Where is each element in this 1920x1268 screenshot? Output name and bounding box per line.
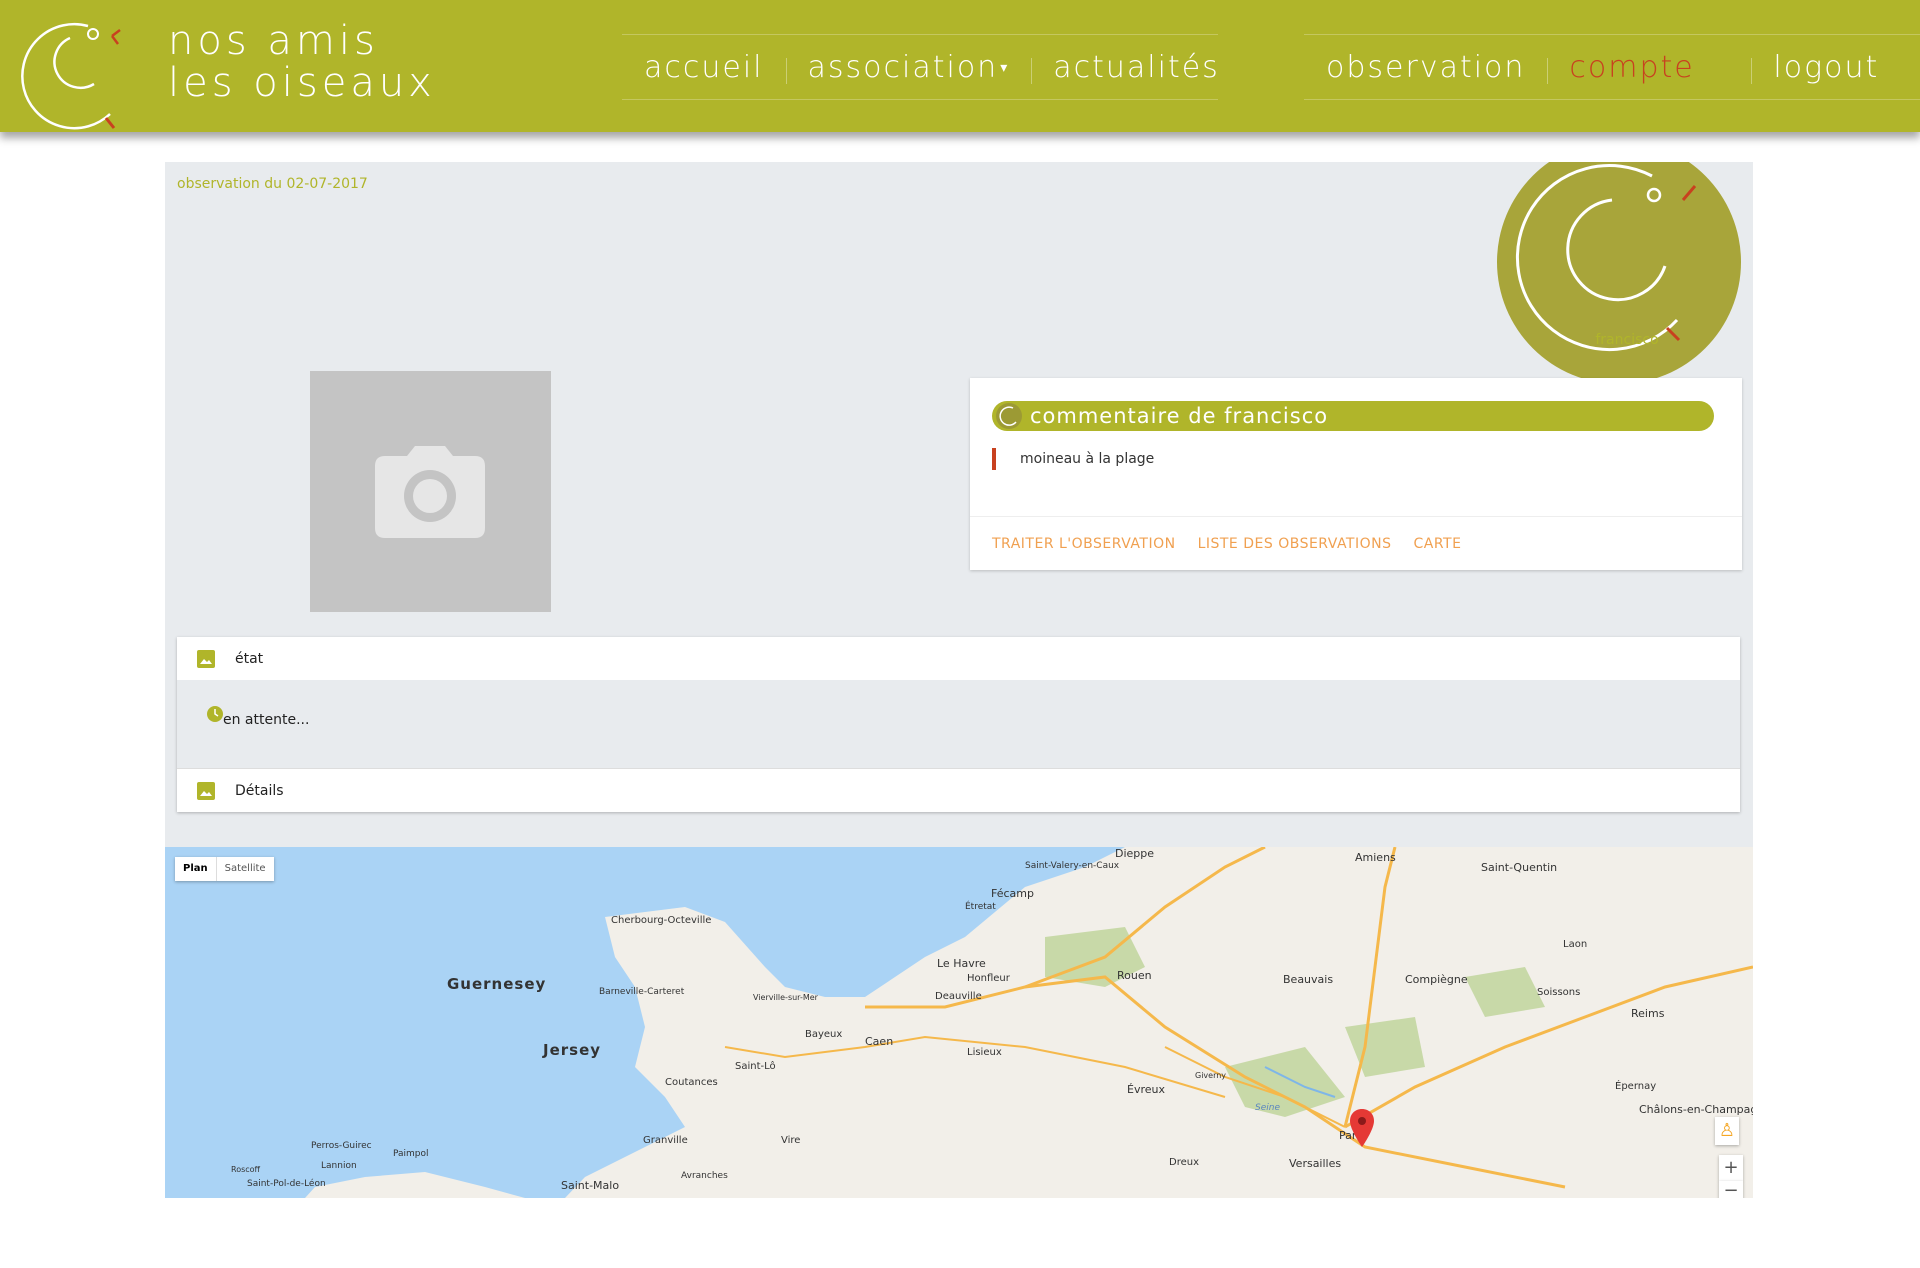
map-place: Versailles bbox=[1289, 1157, 1342, 1170]
map-place: Soissons bbox=[1537, 987, 1581, 998]
status-pending: en attente... bbox=[207, 706, 310, 728]
image-icon bbox=[197, 781, 215, 800]
map-place: Saint-Pol-de-Léon bbox=[247, 1179, 326, 1189]
map-place: Épernay bbox=[1615, 1081, 1657, 1092]
observation-date: observation du 02-07-2017 bbox=[177, 176, 368, 192]
map-place: Évreux bbox=[1127, 1083, 1165, 1096]
top-navbar: nos amis les oiseaux accueil association… bbox=[0, 0, 1920, 132]
camera-icon bbox=[375, 446, 485, 538]
nav-observation[interactable]: observation bbox=[1304, 50, 1547, 85]
accordion-etat-header[interactable]: état bbox=[177, 637, 1740, 680]
map-place: Honfleur bbox=[967, 973, 1010, 984]
map-place: Roscoff bbox=[231, 1165, 261, 1174]
map-place: Seine bbox=[1255, 1103, 1280, 1113]
nav-logout[interactable]: logout bbox=[1751, 50, 1901, 85]
comment-text: moineau à la plage bbox=[992, 448, 1154, 470]
logo-line-2: les oiseaux bbox=[168, 60, 436, 106]
map-place: Beauvais bbox=[1283, 973, 1334, 986]
map-tiles bbox=[305, 847, 1753, 1198]
map-place: Laon bbox=[1563, 939, 1588, 950]
map-place: Coutances bbox=[665, 1077, 718, 1088]
comment-title-bar: commentaire de francisco bbox=[992, 401, 1714, 431]
map-place: Reims bbox=[1631, 1007, 1665, 1020]
zoom-out-button[interactable]: − bbox=[1719, 1181, 1743, 1198]
map-place: Barneville-Carteret bbox=[599, 987, 685, 997]
user-nav: observation compte logout bbox=[1304, 34, 1920, 100]
accordion-etat-body: en attente... bbox=[177, 680, 1740, 769]
main-nav: accueil association ▾ actualités bbox=[622, 34, 1218, 100]
location-pin-icon[interactable] bbox=[1350, 1109, 1374, 1147]
caret-down-icon: ▾ bbox=[1000, 60, 1010, 76]
map-plan-button[interactable]: Plan bbox=[175, 857, 216, 881]
map-place: Dreux bbox=[1169, 1157, 1199, 1168]
map-place: Lisieux bbox=[967, 1047, 1002, 1058]
map-satellite-button[interactable]: Satellite bbox=[215, 857, 274, 881]
map-place: Vierville-sur-Mer bbox=[753, 993, 818, 1002]
pegman-icon[interactable]: ♙ bbox=[1715, 1117, 1739, 1145]
map-place: Compiègne bbox=[1405, 973, 1468, 986]
map-place: Granville bbox=[643, 1135, 688, 1146]
map-place: Guernesey bbox=[447, 975, 547, 993]
map-place: Étretat bbox=[965, 902, 996, 912]
status-pending-label: en attente... bbox=[223, 712, 310, 728]
accordion-details-header[interactable]: Détails bbox=[177, 769, 1740, 812]
map-place: Dieppe bbox=[1115, 847, 1155, 860]
zoom-in-button[interactable]: + bbox=[1719, 1155, 1743, 1181]
map-place: Perros-Guirec bbox=[311, 1141, 372, 1151]
map-place: Cherbourg-Octeville bbox=[611, 915, 712, 926]
map-place: Deauville bbox=[935, 991, 982, 1002]
comment-actions: TRAITER L'OBSERVATION LISTE DES OBSERVAT… bbox=[970, 516, 1742, 571]
map-place: Caen bbox=[865, 1035, 894, 1048]
clock-icon bbox=[207, 706, 223, 722]
map-type-toggle: Plan Satellite bbox=[175, 857, 274, 881]
avatar-username: francisco bbox=[1595, 332, 1659, 348]
comment-title: commentaire de francisco bbox=[1030, 404, 1329, 428]
nav-association-label: association bbox=[807, 49, 999, 85]
map-place: Giverny bbox=[1195, 1071, 1227, 1080]
bird-logo-icon bbox=[996, 403, 1022, 429]
map-place: Saint-Valery-en-Caux bbox=[1025, 861, 1120, 871]
map-place: Le Havre bbox=[937, 957, 986, 970]
treat-observation-button[interactable]: TRAITER L'OBSERVATION bbox=[992, 536, 1176, 552]
observation-accordion: état en attente... Détails bbox=[177, 637, 1740, 812]
map-place: Saint-Lô bbox=[735, 1061, 776, 1072]
map-place: Bayeux bbox=[805, 1029, 843, 1040]
accordion-etat-label: état bbox=[235, 650, 264, 667]
map-place: Avranches bbox=[681, 1171, 728, 1181]
map-place: Vire bbox=[781, 1135, 801, 1146]
nav-association[interactable]: association ▾ bbox=[785, 49, 1032, 85]
map-place: Lannion bbox=[321, 1161, 357, 1171]
map-place: Paimpol bbox=[393, 1149, 429, 1159]
map-button[interactable]: CARTE bbox=[1414, 536, 1462, 552]
map-place: Rouen bbox=[1117, 969, 1152, 982]
map-place: Amiens bbox=[1355, 851, 1396, 864]
map-place: Saint-Quentin bbox=[1481, 861, 1558, 874]
photo-placeholder[interactable] bbox=[310, 371, 551, 612]
bird-logo-icon[interactable] bbox=[8, 8, 132, 132]
comment-card: commentaire de francisco moineau à la pl… bbox=[970, 378, 1742, 570]
accordion-details-label: Détails bbox=[235, 782, 284, 799]
map-place: Châlons-en-Champagne bbox=[1639, 1103, 1753, 1116]
map-place: Fécamp bbox=[991, 887, 1034, 900]
map-place: Saint-Malo bbox=[561, 1179, 620, 1192]
image-icon bbox=[197, 649, 215, 668]
observation-list-button[interactable]: LISTE DES OBSERVATIONS bbox=[1198, 536, 1392, 552]
site-logo-text[interactable]: nos amis les oiseaux bbox=[168, 20, 436, 104]
map-place: Jersey bbox=[543, 1041, 602, 1059]
logo-line-1: nos amis bbox=[168, 18, 379, 64]
nav-accueil[interactable]: accueil bbox=[622, 50, 786, 85]
observation-map[interactable]: Plan Satellite Dieppe Amiens Saint-Quent… bbox=[165, 847, 1753, 1198]
nav-compte[interactable]: compte bbox=[1547, 50, 1751, 85]
user-avatar[interactable] bbox=[1497, 162, 1741, 384]
observation-panel: observation du 02-07-2017 francisco comm… bbox=[165, 162, 1753, 1198]
nav-actualites[interactable]: actualités bbox=[1031, 50, 1242, 85]
